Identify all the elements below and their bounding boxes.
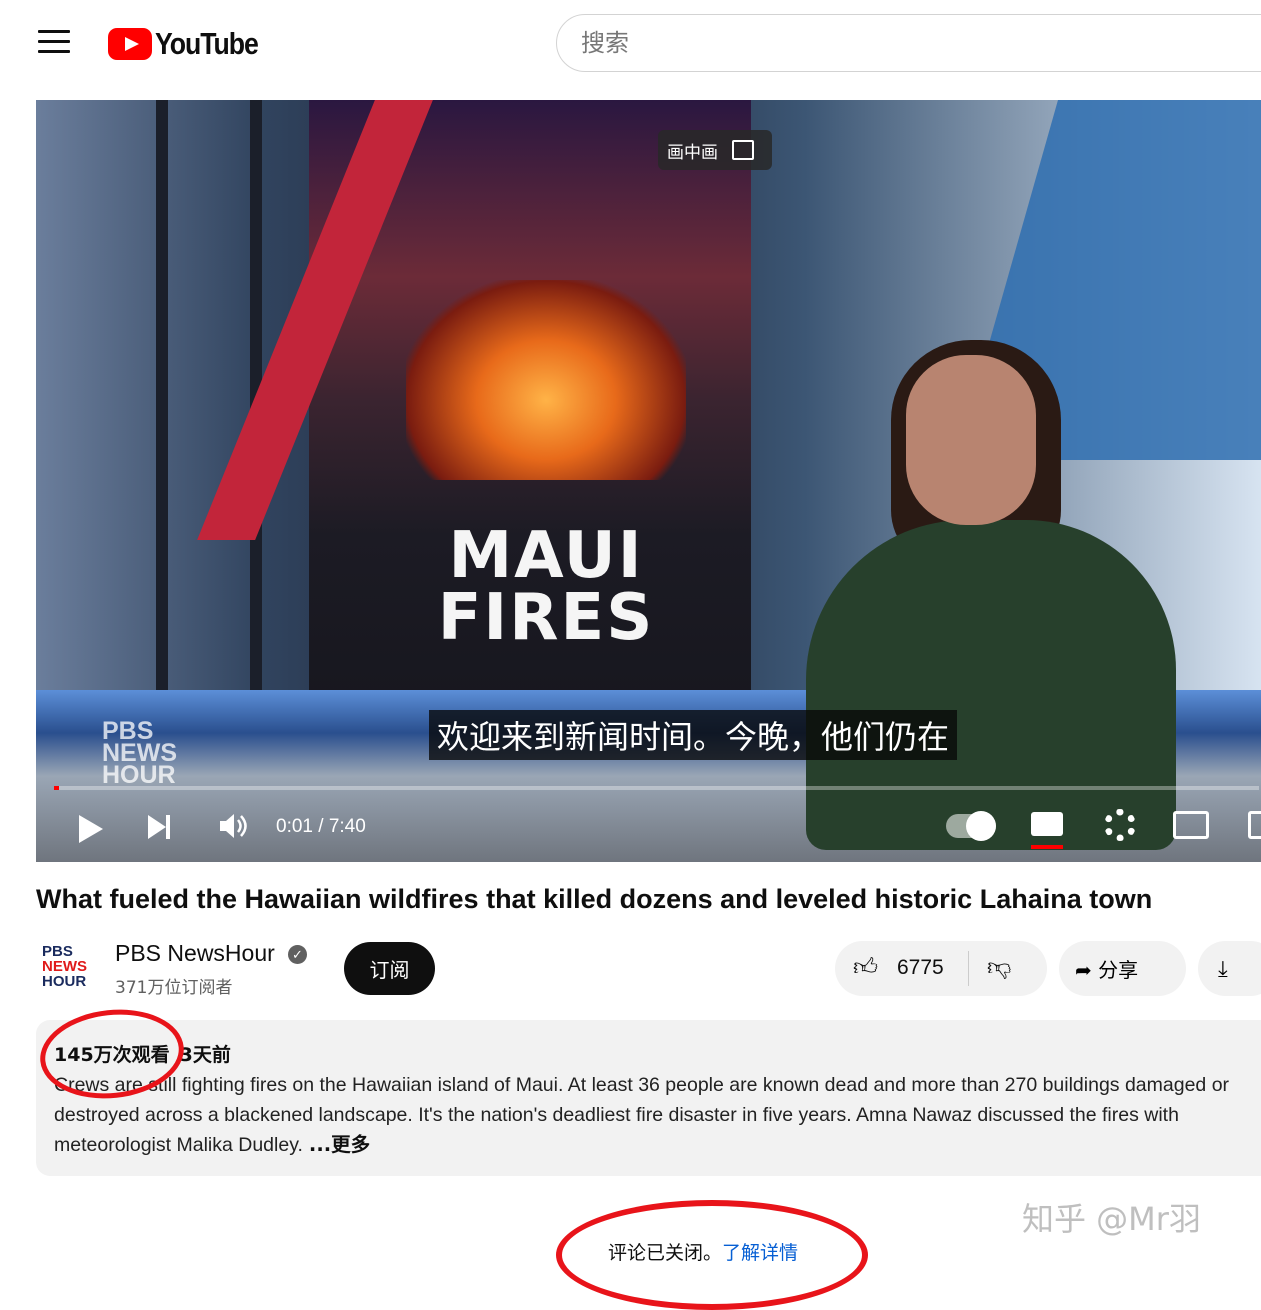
graphic-line-2: FIRES (437, 581, 655, 655)
volume-icon[interactable] (218, 810, 248, 842)
picture-in-picture-button[interactable]: 画中画 (658, 130, 772, 170)
pip-icon (732, 140, 754, 160)
download-icon: ⤓ (1218, 955, 1228, 981)
progress-fill (54, 786, 59, 790)
maui-fires-graphic: MAUI FIRES (406, 519, 686, 655)
description-text: Crews are still fighting fires on the Ha… (54, 1070, 1261, 1160)
progress-bar[interactable] (54, 786, 1259, 790)
youtube-logo[interactable]: YouTube (108, 26, 275, 62)
anchor-face (906, 355, 1036, 525)
autoplay-knob (966, 811, 996, 841)
download-button[interactable]: ⤓ (1198, 941, 1261, 996)
like-count[interactable]: 6775 (897, 956, 944, 980)
time-display: 0:01 / 7:40 (276, 816, 366, 837)
captions-icon[interactable] (1031, 812, 1063, 836)
description-box[interactable]: 145万次观看 3天前 Crews are still fighting fire… (36, 1020, 1261, 1176)
divider (968, 951, 969, 986)
more-link[interactable]: ...更多 (309, 1133, 370, 1156)
video-title: What fueled the Hawaiian wildfires that … (36, 884, 1153, 914)
thumbs-up-icon[interactable]: 👍︎ (853, 954, 878, 982)
graphic-line-1: MAUI (448, 519, 644, 593)
fire-image (406, 280, 686, 480)
like-dislike-group: 👍︎ 6775 👎︎ (835, 941, 1047, 996)
pip-label: 画中画 (667, 142, 718, 163)
play-icon[interactable] (79, 815, 103, 843)
avatar-line: HOUR (42, 973, 87, 990)
annotation-circle (556, 1200, 868, 1310)
search-box[interactable] (556, 14, 1261, 72)
menu-icon[interactable] (38, 30, 70, 56)
avatar-line: PBS (42, 943, 73, 960)
subscriber-count: 371万位订阅者 (115, 978, 233, 998)
miniplayer-icon[interactable] (1173, 811, 1209, 839)
captions-active-indicator (1031, 845, 1063, 849)
caption-text: 欢迎来到新闻时间。今晚，他们仍在 (429, 710, 958, 760)
thumbs-down-icon[interactable]: 👎︎ (987, 954, 1011, 982)
subscribe-button[interactable]: 订阅 (344, 942, 435, 995)
search-input[interactable] (579, 28, 1083, 58)
description-body: Crews are still fighting fires on the Ha… (54, 1074, 1230, 1156)
avatar-line: NEWS (42, 958, 87, 975)
player-controls: 0:01 / 7:40 (36, 800, 1261, 862)
next-icon[interactable] (148, 815, 170, 839)
video-player[interactable]: MAUI FIRES 画中画 PBS NEWS HOUR 欢迎来到新闻时间。今晚… (36, 100, 1261, 862)
zhihu-watermark: 知乎 @Mr羽 (1022, 1200, 1201, 1238)
share-button[interactable]: ➦ 分享 (1059, 941, 1186, 996)
channel-name[interactable]: PBS NewsHour (115, 940, 275, 967)
settings-gear-icon[interactable] (1104, 809, 1136, 841)
share-label: 分享 (1098, 958, 1139, 982)
youtube-play-icon (108, 28, 152, 60)
pbs-watermark: PBS NEWS HOUR (102, 719, 177, 789)
upload-date: 3天前 (179, 1044, 231, 1066)
theater-mode-icon[interactable] (1248, 811, 1261, 839)
brand-line: HOUR (102, 761, 176, 789)
channel-avatar[interactable]: PBS NEWS HOUR (42, 944, 98, 989)
studio-column (156, 100, 168, 690)
share-icon: ➦ (1075, 958, 1099, 982)
logo-text: YouTube (155, 26, 259, 61)
verified-badge-icon: ✓ (288, 945, 307, 964)
autoplay-toggle[interactable] (946, 811, 996, 841)
